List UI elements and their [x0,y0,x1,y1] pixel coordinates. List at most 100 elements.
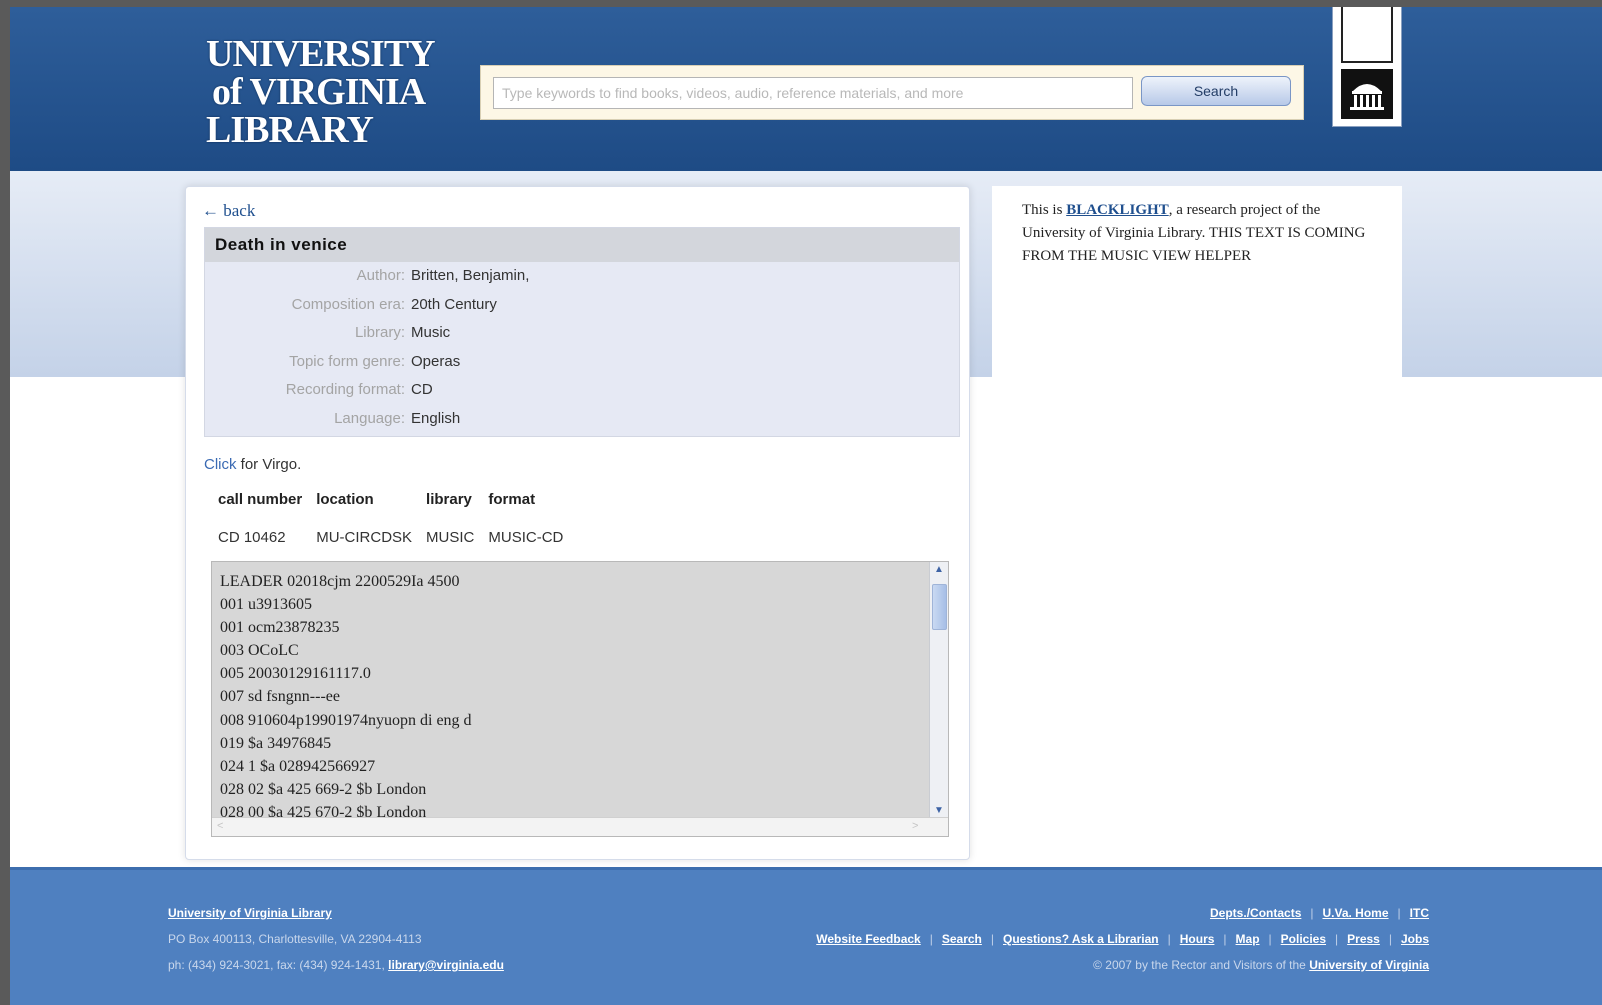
field-label: Recording format: [285,381,405,398]
logo-line-virginia: of VIRGINIA [212,71,426,113]
logo-line-library: LIBRARY [206,109,374,151]
library-logo[interactable]: UNIVERSITY of VIRGINIA LIBRARY [206,33,436,151]
field-topic-form-genre: Topic form genre: Operas [205,348,959,377]
footer-link-map[interactable]: Map [1236,932,1260,946]
marc-line: 008 910604p19901974nyuopn di eng d [220,711,472,729]
footer-separator: | [1268,932,1272,946]
marc-line: 024 1 $a 028942566927 [220,757,376,775]
search-button[interactable]: Search [1141,76,1291,106]
field-label: Composition era: [291,295,405,313]
table-cell: MUSIC [426,528,475,546]
rotunda-badge[interactable] [1332,7,1402,127]
virgo-link[interactable]: Click [204,456,237,473]
field-value: English [411,409,461,427]
marc-line: 001 ocm23878235 [220,619,340,637]
field-value: 20th Century [411,295,497,313]
footer-links-row2: Website Feedback | Search | Questions? Ask a… [816,926,1429,952]
virgo-text: for Virgo. [236,456,302,473]
field-value: Britten, Benjamin, [411,267,530,284]
table-cell: MUSIC-CD [488,528,564,546]
marc-lines: LEADER 02018cjm 2200529Ia 4500 001 u3913… [220,570,472,824]
horizontal-scrollbar[interactable]: < > [212,817,948,836]
footer-link-policies[interactable]: Policies [1281,932,1326,946]
footer-link-press[interactable]: Press [1347,932,1380,946]
footer-link-depts-contacts[interactable]: Depts./Contacts [1210,906,1301,920]
field-value: Music [411,324,451,341]
footer-phone-line: ph: (434) 924-3021, fax: (434) 924-1431,… [168,952,504,978]
field-language: Language: English [205,405,959,434]
footer-contact: University of Virginia Library PO Box 40… [168,900,504,978]
field-value: Operas [411,352,461,370]
holdings-table: call number location library format CD 1… [214,484,573,552]
footer-separator: | [929,932,933,946]
column-header: call number [218,490,303,508]
rotunda-icon [1341,69,1393,119]
footer-link-hours[interactable]: Hours [1180,932,1215,946]
logo-line-university: UNIVERSITY [206,33,436,75]
scroll-left-icon[interactable]: < [217,820,223,832]
field-library: Library: Music [205,319,959,348]
marc-line: 028 02 $a 425 669-2 $b London [220,780,427,798]
field-value: CD [411,381,433,398]
field-recording-format: Recording format: CD [205,376,959,405]
footer-copyright: © 2007 by the Rector and Visitors of the [1093,958,1306,972]
marc-line: 019 $a 34976845 [220,734,332,752]
marc-line: 007 sd fsngnn---ee [220,688,340,706]
sidebar-text: This is BLACKLIGHT, a research project o… [1022,199,1382,268]
footer-link-search[interactable]: Search [942,932,982,946]
sidebar-text-before: This is [1022,202,1067,218]
field-author: Author: Britten, Benjamin, [205,262,959,291]
header: UNIVERSITY of VIRGINIA LIBRARY Search [10,7,1602,171]
column-header: location [316,490,374,508]
search-input[interactable] [493,77,1133,109]
footer-separator: | [1388,932,1392,946]
scroll-thumb[interactable] [932,584,947,630]
marc-line: 003 OCoLC [220,642,299,660]
footer-separator: | [990,932,995,946]
table-row: CD 10462 MU-CIRCDSK MUSIC MUSIC-CD [214,520,573,552]
footer-org-name[interactable]: University of Virginia Library [168,900,504,926]
footer-separator: | [1167,932,1171,946]
footer-phone: ph: (434) 924-3021, fax: (434) 924-1431, [168,958,385,972]
table-cell: MU-CIRCDSK [316,528,413,546]
footer-link-uva-home[interactable]: U.Va. Home [1323,906,1389,920]
marc-line: 001 u3913605 [220,596,312,614]
record-panel: ← back Death in venice Author: Britten, B… [185,186,970,860]
scroll-down-icon[interactable]: ▼ [933,805,945,817]
page: UNIVERSITY of VIRGINIA LIBRARY Search [10,7,1602,1005]
footer-links-row1: Depts./Contacts | U.Va. Home | ITC [816,900,1429,926]
footer-address: PO Box 400113, Charlottesville, VA 22904… [168,932,422,946]
field-composition-era: Composition era: 20th Century [205,291,959,320]
footer: University of Virginia Library PO Box 40… [10,867,1602,1005]
blacklight-link[interactable]: BLACKLIGHT [1066,202,1169,218]
footer-email-link[interactable]: library@virginia.edu [388,958,504,972]
footer-link-ask-librarian[interactable]: Questions? Ask a Librarian [1003,932,1159,946]
footer-link-university[interactable]: University of Virginia [1309,958,1429,972]
marc-record-box[interactable]: LEADER 02018cjm 2200529Ia 4500 001 u3913… [211,561,949,837]
footer-link-itc[interactable]: ITC [1410,906,1429,920]
marc-line: LEADER 02018cjm 2200529Ia 4500 [220,573,460,590]
field-label: Author: [356,267,405,284]
scroll-right-icon[interactable]: > [912,820,918,832]
sidebar: This is BLACKLIGHT, a research project o… [992,186,1402,696]
virgo-line: Click for Virgo. [204,456,301,473]
footer-copyright-line: © 2007 by the Rector and Visitors of the… [816,952,1429,978]
holdings-header-row: call number location library format [214,484,573,520]
record-details: Death in venice Author: Britten, Benjamin… [204,227,960,437]
badge-slot [1341,7,1393,63]
search-box: Search [480,65,1304,120]
footer-links: Depts./Contacts | U.Va. Home | ITC Website F… [816,900,1429,978]
back-link[interactable]: ← back [202,201,255,221]
table-cell: CD 10462 [218,528,286,546]
footer-separator: | [1335,932,1339,946]
marc-line: 005 20030129161117.0 [220,665,371,683]
field-label: Topic form genre: [289,352,405,370]
vertical-scrollbar[interactable]: ▲ ▼ [929,562,948,819]
footer-link-website-feedback[interactable]: Website Feedback [816,932,920,946]
footer-link-jobs[interactable]: Jobs [1401,932,1429,946]
column-header: library [426,490,472,508]
footer-separator: | [1223,932,1227,946]
column-header: format [488,490,536,508]
footer-separator: | [1397,906,1401,920]
scroll-up-icon[interactable]: ▲ [933,564,945,576]
